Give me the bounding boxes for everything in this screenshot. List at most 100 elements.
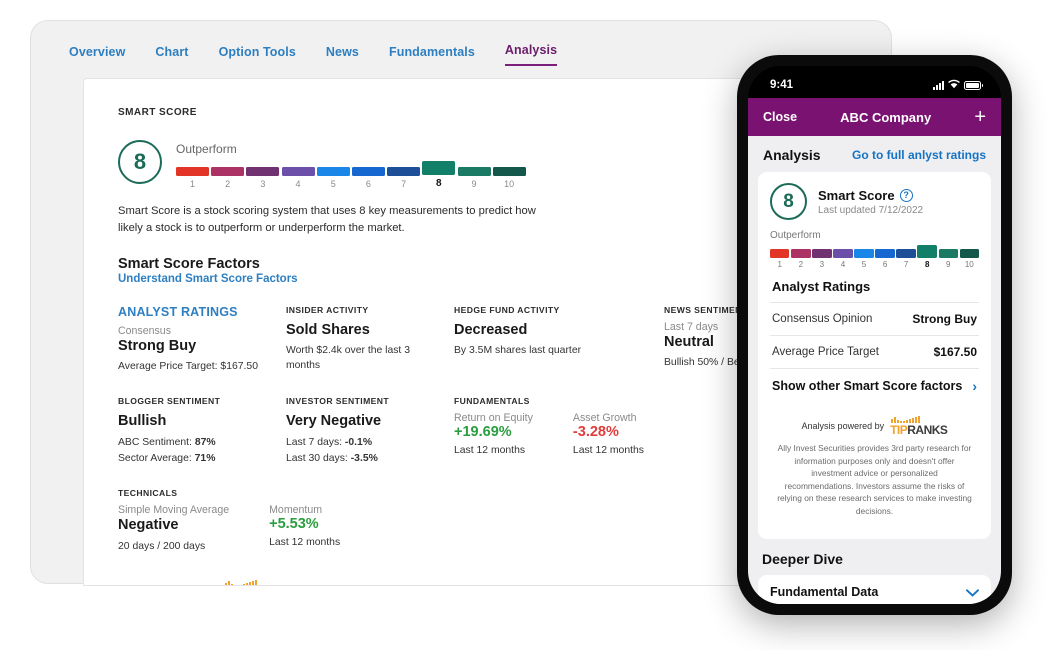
- phone-content: Analysis Go to full anlyst ratings 8 Sma…: [748, 136, 1001, 604]
- blogger-note2-value: 71%: [194, 453, 216, 464]
- phone-screen: 9:41 Close ABC Company + Analysis Go to …: [748, 66, 1001, 604]
- phone-tipranks-bars-icon: [891, 415, 947, 423]
- deeper-dive-title: Deeper Dive: [762, 550, 843, 567]
- investor-note2-label: Last 30 days:: [286, 453, 351, 464]
- signal-icon: [933, 80, 944, 90]
- fundamentals-asset-growth: Asset Growth -3.28% Last 12 months: [573, 412, 644, 458]
- score-segment-chip: [457, 167, 491, 176]
- score-segment-4: 4: [281, 167, 315, 189]
- phone-row-consensus-label: Consensus Opinion: [772, 313, 873, 325]
- blogger-note2-label: Sector Average:: [118, 453, 195, 464]
- factor-analyst-ratings-sub: Consensus: [118, 324, 171, 337]
- score-segment-chip: [211, 167, 245, 176]
- factor-analyst-ratings-value: Strong Buy: [118, 337, 197, 354]
- smart-score-verdict: Outperform: [176, 142, 237, 156]
- score-segment-3: 3: [812, 249, 832, 269]
- chevron-down-icon: [966, 585, 979, 600]
- close-button[interactable]: Close: [763, 110, 797, 124]
- score-segment-7: 7: [896, 249, 916, 269]
- factor-investor-sentiment: INVESTOR SENTIMENT Very Negative Last 7 …: [286, 396, 454, 466]
- phone-smart-score-card: 8 Smart Score ? Last updated 7/12/2022 O…: [758, 172, 991, 539]
- score-segment-label: 3: [819, 260, 825, 269]
- fundamental-data-toggle[interactable]: Fundamental Data: [758, 575, 991, 604]
- phone-row-consensus: Consensus Opinion Strong Buy: [770, 302, 979, 335]
- score-segment-10: 10: [492, 167, 526, 189]
- phone-tipranks-logo-ranks: RANKS: [907, 423, 948, 437]
- score-segment-label: 8: [924, 260, 930, 269]
- phone-last-updated: Last updated 7/12/2022: [818, 204, 924, 216]
- score-segment-5: 5: [854, 249, 874, 269]
- phone-row-price-target-value: $167.50: [933, 345, 977, 359]
- phone-smart-score-scale: 1 2 3 4 5 6 7 8 9 10: [770, 244, 980, 269]
- tab-bar: Overview Chart Option Tools News Fundame…: [69, 43, 558, 66]
- score-segment-label: 10: [964, 260, 974, 269]
- score-segment-chip: [351, 167, 385, 176]
- score-segment-label: 9: [946, 260, 951, 269]
- investor-note1-label: Last 7 days:: [286, 436, 345, 448]
- help-icon[interactable]: ?: [899, 188, 913, 202]
- phone-mockup: 9:41 Close ABC Company + Analysis Go to …: [737, 55, 1012, 615]
- tab-fundamentals[interactable]: Fundamentals: [389, 45, 475, 66]
- factor-blogger-sentiment-note-2: Sector Average: 71%: [118, 451, 268, 466]
- fundamentals-roe-label: Return on Equity: [454, 412, 533, 425]
- phone-powered-by-label: Analysis powered by: [801, 420, 885, 431]
- score-segment-label: 1: [189, 179, 195, 189]
- score-segment-6: 6: [351, 167, 385, 189]
- tab-option-tools[interactable]: Option Tools: [219, 45, 296, 66]
- score-segment-label: 1: [777, 260, 782, 269]
- score-segment-1: 1: [770, 249, 790, 269]
- technicals-sma-note: 20 days / 200 days: [118, 540, 206, 552]
- factor-investor-sentiment-note-2: Last 30 days: -3.5%: [286, 451, 436, 466]
- score-segment-chip: [791, 249, 811, 258]
- factor-insider-activity-note: Worth $2.4k over the last 3 months: [286, 345, 410, 372]
- score-segment-label: 2: [798, 260, 804, 269]
- tab-chart[interactable]: Chart: [155, 45, 188, 66]
- add-icon[interactable]: +: [974, 107, 986, 127]
- factor-insider-activity: INSIDER ACTIVITY Sold Shares Worth $2.4k…: [286, 305, 454, 375]
- smart-score-badge: 8: [118, 140, 162, 184]
- score-segment-chip: [421, 160, 457, 176]
- full-analyst-ratings-link[interactable]: Go to full anlyst ratings: [852, 148, 986, 162]
- score-segment-6: 6: [875, 249, 895, 269]
- status-bar: 9:41: [748, 66, 1001, 98]
- factor-analyst-ratings-note: Average Price Target: $167.50: [118, 361, 258, 373]
- score-segment-label: 2: [225, 179, 231, 189]
- score-segment-chip: [875, 249, 895, 258]
- show-other-factors-button[interactable]: Show other Smart Score factors ›: [770, 368, 979, 403]
- investor-note1-value: -0.1%: [344, 436, 373, 448]
- battery-icon: [964, 80, 983, 90]
- technicals-sma: Simple Moving Average Negative 20 days /…: [118, 504, 229, 554]
- phone-analysis-label: Analysis: [763, 147, 821, 163]
- score-segment-label: 6: [882, 260, 888, 269]
- score-segment-chip: [854, 249, 874, 258]
- factor-insider-activity-head: INSIDER ACTIVITY: [286, 304, 369, 315]
- score-segment-chip: [833, 249, 853, 258]
- technicals-momentum-value: +5.53%: [269, 516, 319, 533]
- wifi-icon: [948, 79, 960, 92]
- blogger-note1-label: ABC Sentiment:: [118, 436, 195, 448]
- phone-row-consensus-value: Strong Buy: [912, 312, 977, 326]
- score-segment-3: 3: [246, 167, 280, 189]
- factor-technicals: TECHNICALS Simple Moving Average Negativ…: [118, 488, 454, 554]
- score-segment-1: 1: [176, 167, 209, 189]
- phone-smart-score-hero: 8 Smart Score ? Last updated 7/12/2022: [770, 183, 979, 220]
- factor-analyst-ratings: ANALYST RATINGS Consensus Strong Buy Ave…: [118, 305, 286, 375]
- fundamentals-roe: Return on Equity +19.69% Last 12 months: [454, 412, 533, 458]
- phone-smart-score-title-row: Smart Score ?: [818, 188, 923, 203]
- fundamentals-asset-growth-note: Last 12 months: [572, 445, 644, 457]
- phone-tipranks-logo: TIPRANKS: [890, 415, 948, 437]
- tab-analysis[interactable]: Analysis: [504, 43, 558, 66]
- phone-smart-score-title: Smart Score: [818, 187, 895, 203]
- tab-news[interactable]: News: [326, 45, 359, 66]
- score-segment-chip: [492, 167, 526, 176]
- score-segment-label: 7: [401, 179, 407, 189]
- score-segment-chip: [938, 249, 958, 258]
- fundamental-data-label: Fundamental Data: [770, 585, 879, 600]
- show-other-factors-label: Show other Smart Score factors: [772, 379, 963, 393]
- score-segment-chip: [281, 167, 315, 176]
- status-bar-icons: [933, 79, 983, 92]
- score-segment-chip: [316, 167, 350, 176]
- tab-overview[interactable]: Overview: [69, 45, 125, 66]
- powered-by-label: Analysis powered by: [118, 585, 214, 586]
- factor-blogger-sentiment: BLOGGER SENTIMENT Bullish ABC Sentiment:…: [118, 396, 286, 466]
